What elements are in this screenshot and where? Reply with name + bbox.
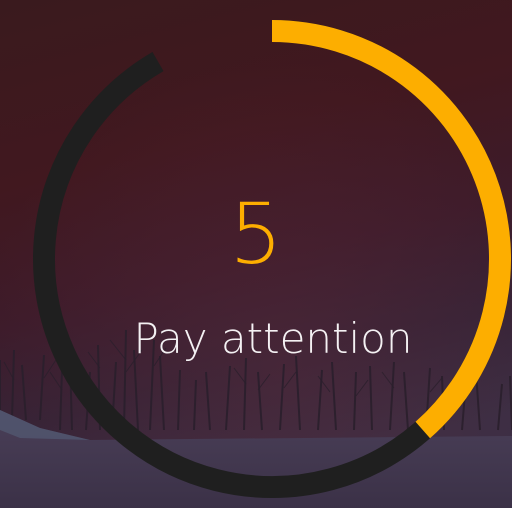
pay-attention-label: Pay attention [133,314,413,363]
countdown-number: 5 [229,185,283,283]
countdown-screen: 5 Pay attention [0,0,512,508]
